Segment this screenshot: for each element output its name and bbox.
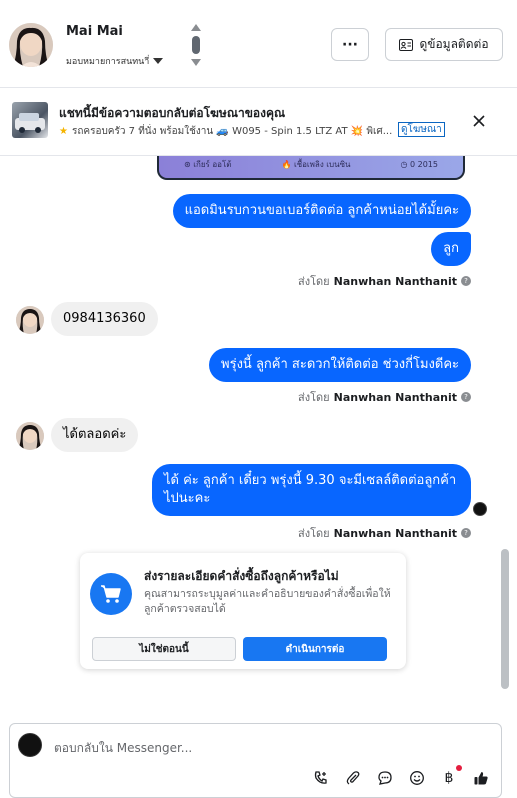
spec-fuel: 🔥 เชื้อเพลิง เบนซิน (281, 159, 351, 169)
contact-card-icon (399, 38, 414, 51)
ad-reply-banner: แชทนี้มีข้อความตอบกลับต่อโฆษณาของคุณ ★ ร… (0, 88, 517, 156)
more-options-button[interactable]: ··· (331, 28, 369, 61)
message-outgoing[interactable]: ได้ ค่ะ ลูกค้า เดี๋ยว พรุ่งนี้ 9.30 จะมี… (152, 464, 471, 516)
chevron-up-icon (191, 24, 201, 31)
message-outgoing[interactable]: แอดมินรบกวนขอเบอร์ติดต่อ ลูกค้าหน่อยได้ม… (172, 194, 471, 228)
baht-payment-icon[interactable]: ฿ (438, 765, 462, 789)
view-contact-button[interactable]: ดูข้อมูลติดต่อ (385, 28, 503, 61)
sent-by-prefix: ส่งโดย (298, 391, 330, 404)
reply-input[interactable]: ตอบกลับใน Messenger... (54, 739, 192, 758)
info-icon[interactable]: ? (461, 392, 471, 402)
info-icon[interactable]: ? (461, 528, 471, 538)
sent-by-label: ส่งโดย Nanwhan Nanthanit ? (298, 388, 471, 406)
order-details-prompt: ส่งรายละเอียดคำสั่งซื้อถึงลูกค้าหรือไม่ … (80, 553, 406, 669)
contact-avatar-small[interactable] (16, 306, 44, 334)
shopping-cart-icon (90, 573, 132, 615)
info-icon[interactable]: ? (461, 276, 471, 286)
read-receipt-avatar (473, 502, 487, 516)
scroll-thumb-icon (192, 36, 200, 54)
message-outgoing[interactable]: พรุ่งนี้ ลูกค้า สะดวกให้ติดต่อ ช่วงกี่โม… (209, 348, 471, 382)
view-ad-link[interactable]: ดูโฆษณา (398, 122, 445, 137)
sent-by-label: ส่งโดย Nanwhan Nanthanit ? (298, 272, 471, 290)
continue-button[interactable]: ดำเนินการต่อ (243, 637, 387, 661)
call-icon[interactable] (310, 767, 332, 789)
not-now-button[interactable]: ไม่ใช่ตอนนี้ (92, 637, 236, 661)
notification-dot (456, 765, 462, 771)
prompt-title: ส่งรายละเอียดคำสั่งซื้อถึงลูกค้าหรือไม่ (144, 569, 339, 583)
prompt-description: คุณสามารถระบุมูลค่าและคำอธิบายของคำสั่งซ… (144, 588, 391, 615)
sender-name: Nanwhan Nanthanit (333, 274, 457, 288)
conversation-stepper[interactable] (188, 22, 204, 68)
attachment-card[interactable]: ⊛ เกียร์ ออโต้ 🔥 เชื้อเพลิง เบนซิน ◷ 0 2… (157, 156, 465, 180)
ad-banner-title: แชทนี้มีข้อความตอบกลับต่อโฆษณาของคุณ (59, 106, 286, 120)
attachment-icon[interactable] (342, 767, 364, 789)
emoji-icon[interactable] (406, 767, 428, 789)
chevron-down-icon (191, 59, 201, 66)
ad-thumbnail[interactable] (12, 102, 48, 138)
spec-mileage: ◷ 0 2015 (400, 159, 438, 169)
ad-banner-subtitle: ★ รถครอบครัว 7 ที่นั่ง พร้อมใช้งาน 🚙 W09… (59, 124, 399, 139)
ad-subtitle-text: รถครอบครัว 7 ที่นั่ง พร้อมใช้งาน 🚙 W095 … (71, 126, 393, 137)
assign-conversation-dropdown[interactable]: มอบหมายการสนทนาี่ (66, 54, 164, 68)
messenger-panel: Mai Mai มอบหมายการสนทนาี่ ··· ดูข้อมูลติ (0, 0, 517, 798)
message-composer[interactable]: ตอบกลับใน Messenger... ฿ (9, 723, 502, 798)
sender-name: Nanwhan Nanthanit (333, 390, 457, 404)
composer-toolbar: ฿ (310, 765, 492, 789)
saved-replies-icon[interactable] (374, 767, 396, 789)
chevron-down-icon (153, 58, 164, 64)
contact-name: Mai Mai (66, 24, 123, 39)
contact-avatar[interactable] (9, 23, 53, 67)
sent-by-label: ส่งโดย Nanwhan Nanthanit ? (298, 524, 471, 542)
message-incoming[interactable]: ได้ตลอดค่ะ (51, 418, 139, 452)
more-icon: ··· (342, 36, 358, 53)
close-icon[interactable] (472, 114, 486, 128)
message-outgoing[interactable]: ลูก (431, 232, 471, 266)
assign-label: มอบหมายการสนทนาี่ (66, 57, 150, 67)
message-incoming[interactable]: 0984136360 (51, 302, 158, 336)
conversation-header: Mai Mai มอบหมายการสนทนาี่ ··· ดูข้อมูลติ (0, 0, 517, 88)
page-avatar (18, 733, 42, 757)
sender-name: Nanwhan Nanthanit (333, 526, 457, 540)
sent-by-prefix: ส่งโดย (298, 527, 330, 540)
view-contact-label: ดูข้อมูลติดต่อ (419, 37, 489, 51)
contact-avatar-small[interactable] (16, 422, 44, 450)
thumbs-up-icon[interactable] (470, 767, 492, 789)
thread-scrollbar[interactable] (501, 549, 509, 689)
star-icon: ★ (59, 126, 68, 137)
sent-by-prefix: ส่งโดย (298, 275, 330, 288)
spec-gear: ⊛ เกียร์ ออโต้ (184, 159, 232, 169)
